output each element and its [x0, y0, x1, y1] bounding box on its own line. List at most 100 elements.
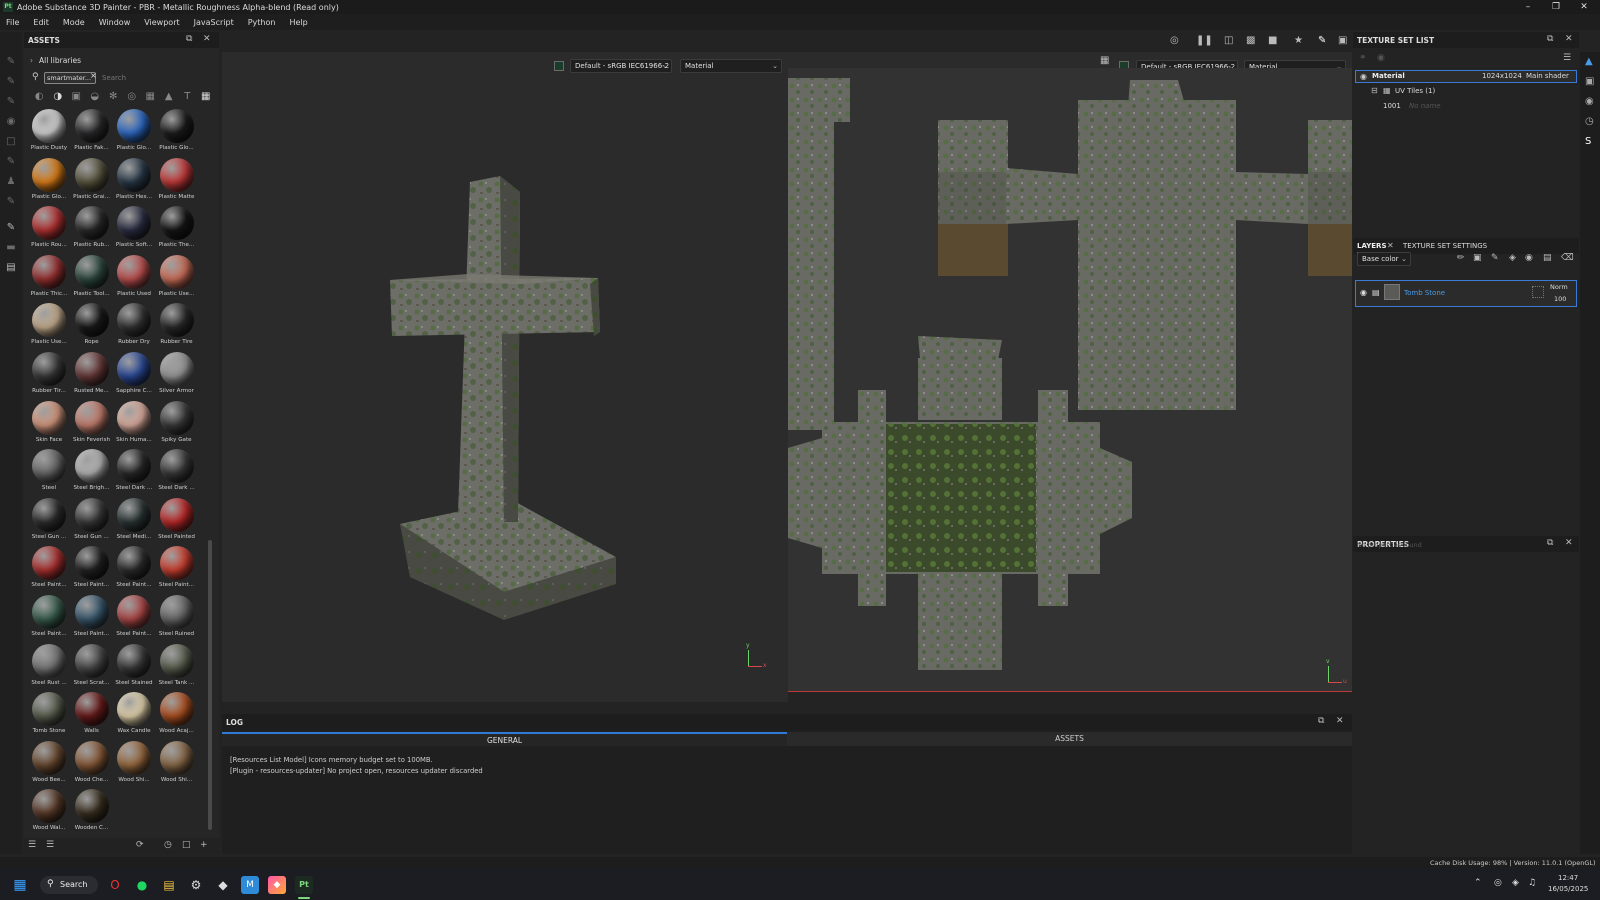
delete-layer-icon[interactable]: ⌫: [1561, 253, 1574, 263]
close-panel-icon[interactable]: ✕: [1565, 34, 1573, 44]
material-thumbnail[interactable]: Rubber Tir...: [28, 350, 70, 398]
volume-icon[interactable]: ♫: [1528, 878, 1536, 888]
material-thumbnail[interactable]: Tomb Stone: [28, 690, 70, 738]
split-view-icon[interactable]: ◫: [1224, 35, 1233, 46]
clock-date[interactable]: 16/05/2025: [1548, 885, 1588, 893]
material-thumbnail[interactable]: Plastic Rub...: [71, 204, 113, 252]
material-thumbnail[interactable]: Rubber Tire: [156, 301, 198, 349]
material-thumbnail[interactable]: Steel Tank ...: [156, 642, 198, 690]
material-picker-icon[interactable]: ♟: [5, 176, 17, 188]
unity-icon[interactable]: ◆: [214, 876, 232, 894]
filter-environment-icon[interactable]: ▲: [160, 90, 179, 104]
material-thumbnail[interactable]: Walls: [71, 690, 113, 738]
clock-time[interactable]: 12:47: [1558, 874, 1578, 882]
material-thumbnail[interactable]: Rusted Me...: [71, 350, 113, 398]
float-panel-icon[interactable]: ⧉: [1547, 34, 1553, 44]
geometry-fill-icon[interactable]: ◉: [5, 116, 17, 128]
material-thumbnail[interactable]: Rubber Dry: [113, 301, 155, 349]
material-thumbnail[interactable]: Steel Paint...: [71, 593, 113, 641]
opera-icon[interactable]: O: [106, 876, 124, 894]
eye-icon[interactable]: ◉: [1360, 288, 1367, 297]
search-input[interactable]: [102, 72, 202, 84]
share-icon[interactable]: ▲: [1585, 56, 1593, 67]
tab-general[interactable]: GENERAL: [222, 732, 787, 746]
hide-icon[interactable]: ◎: [1170, 35, 1179, 46]
file-explorer-icon[interactable]: ▤: [160, 876, 178, 894]
measure-icon[interactable]: ▬: [5, 242, 17, 254]
light-icon[interactable]: ★: [1294, 35, 1303, 46]
paint-brush-icon[interactable]: ✎: [5, 56, 17, 68]
camera-icon[interactable]: ■: [1268, 35, 1277, 46]
float-panel-icon[interactable]: ⧉: [1547, 538, 1553, 548]
refresh-icon[interactable]: ⟳: [136, 840, 144, 850]
shader-settings-icon[interactable]: ◉: [1585, 96, 1594, 107]
material-thumbnail[interactable]: Plastic Hex...: [113, 156, 155, 204]
polygon-fill-icon[interactable]: ✎: [5, 196, 17, 208]
app-tray-icon[interactable]: ◎: [1494, 878, 1502, 888]
float-panel-icon[interactable]: ⧉: [1318, 716, 1324, 726]
material-thumbnail[interactable]: Plastic Matte: [156, 156, 198, 204]
magic-wand-icon[interactable]: ✏: [1457, 253, 1465, 263]
breadcrumb[interactable]: › All libraries: [30, 56, 81, 65]
material-thumbnail[interactable]: Plastic Glo...: [113, 107, 155, 155]
path-tool-icon[interactable]: ✎: [5, 222, 17, 234]
menu-javascript[interactable]: JavaScript: [194, 18, 234, 27]
material-thumbnail[interactable]: Plastic Thic...: [28, 253, 70, 301]
material-thumbnail[interactable]: Steel Paint...: [113, 544, 155, 592]
spotify-icon[interactable]: ●: [133, 876, 151, 894]
material-thumbnail[interactable]: Steel Medi...: [113, 496, 155, 544]
projection-icon[interactable]: ✎: [5, 96, 17, 108]
material-thumbnail[interactable]: Steel Paint...: [28, 593, 70, 641]
viewport-3d[interactable]: Default - sRGB IEC61966-2 ⌄ Material ⌄ y…: [222, 52, 788, 702]
tab-assets[interactable]: ASSETS: [787, 732, 1352, 746]
collapse-icon[interactable]: ⊟: [1371, 86, 1378, 95]
history-icon[interactable]: ◷: [1585, 116, 1594, 127]
filter-all-icon[interactable]: ◐: [30, 90, 49, 104]
assets-scrollbar[interactable]: [208, 540, 212, 830]
filter-smart-materials-icon[interactable]: ▣: [67, 90, 86, 104]
material-thumbnail[interactable]: Spiky Gate: [156, 399, 198, 447]
filter-brushes-icon[interactable]: ✻: [104, 90, 123, 104]
grid-view-icon[interactable]: ▦: [197, 90, 216, 104]
remove-filter-icon[interactable]: ×: [90, 71, 97, 80]
material-thumbnail[interactable]: Steel Gun ...: [71, 496, 113, 544]
display-settings-icon[interactable]: ▣: [1585, 76, 1594, 87]
material-thumbnail[interactable]: Plastic Dusty: [28, 107, 70, 155]
menu-mode[interactable]: Mode: [63, 18, 85, 27]
maya-icon[interactable]: M: [241, 876, 259, 894]
add-effect-icon[interactable]: ◉: [1525, 253, 1533, 263]
viewport-2d[interactable]: [788, 68, 1352, 691]
windows-start-icon[interactable]: ▦: [11, 876, 29, 894]
material-thumbnail[interactable]: Skin Feverish: [71, 399, 113, 447]
material-thumbnail[interactable]: Steel Ruined: [156, 593, 198, 641]
material-thumbnail[interactable]: Plastic Rou...: [28, 204, 70, 252]
material-thumbnail[interactable]: Steel Dark ...: [156, 447, 198, 495]
uv-tile-id[interactable]: 1001: [1383, 102, 1401, 110]
close-panel-icon[interactable]: ✕: [1336, 716, 1344, 726]
material-thumbnail[interactable]: Wood Shi...: [156, 739, 198, 787]
menu-help[interactable]: Help: [289, 18, 307, 27]
material-thumbnail[interactable]: Plastic Soft...: [113, 204, 155, 252]
blend-mode[interactable]: Norm: [1550, 283, 1568, 291]
material-thumbnail[interactable]: Wood Bee...: [28, 739, 70, 787]
brush-mode-icon[interactable]: ✎: [1318, 35, 1326, 46]
material-thumbnail[interactable]: Wood Wal...: [28, 787, 70, 835]
material-thumbnail[interactable]: Rope: [71, 301, 113, 349]
grid-options-icon[interactable]: ▦: [1100, 55, 1109, 66]
close-tab-icon[interactable]: ✕: [1387, 241, 1394, 250]
filter-chip[interactable]: smartmater...: [44, 72, 96, 84]
taskbar-search[interactable]: ⚲ Search: [40, 876, 98, 894]
material-thumbnail[interactable]: Steel Scrat...: [71, 642, 113, 690]
layer-row[interactable]: ◉ ▤ Tomb Stone Norm 100: [1355, 280, 1577, 307]
material-thumbnail[interactable]: Steel Paint...: [71, 544, 113, 592]
material-thumbnail[interactable]: Silver Armor: [156, 350, 198, 398]
steam-icon[interactable]: ⚙: [187, 876, 205, 894]
material-thumbnail[interactable]: Steel Stained: [113, 642, 155, 690]
material-thumbnail[interactable]: Steel: [28, 447, 70, 495]
material-thumbnail[interactable]: Sapphire C...: [113, 350, 155, 398]
menu-file[interactable]: File: [6, 18, 19, 27]
filter-text-icon[interactable]: T: [178, 90, 197, 104]
close-panel-icon[interactable]: ✕: [203, 34, 211, 44]
list-view-icon[interactable]: ☰: [28, 840, 36, 850]
material-thumbnail[interactable]: Plastic Use...: [156, 253, 198, 301]
